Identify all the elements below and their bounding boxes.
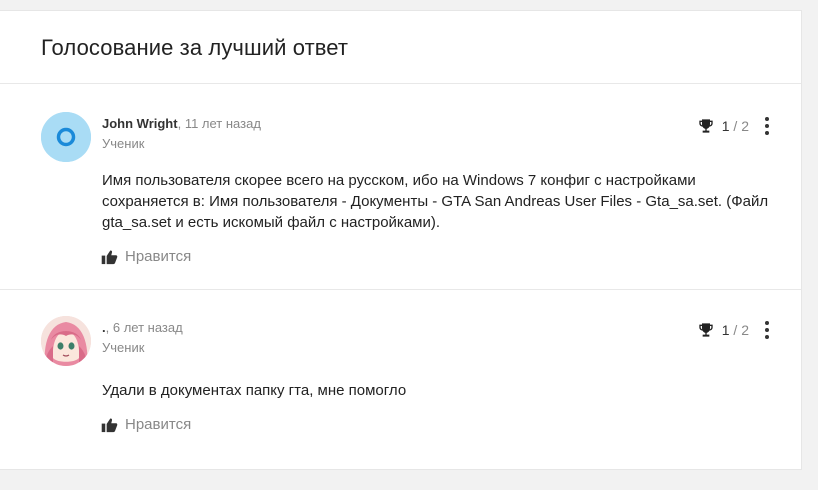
answer-meta: ., 6 лет назад Ученик — [102, 316, 801, 356]
author-line: John Wright, 11 лет назад — [102, 116, 801, 132]
vote-separator: / — [729, 322, 742, 338]
vote-count: 1 / 2 — [722, 118, 749, 134]
like-button[interactable]: Нравится — [101, 248, 191, 265]
trophy-icon[interactable] — [698, 118, 714, 134]
more-vertical-icon[interactable] — [757, 116, 777, 136]
vote-total: 2 — [741, 322, 749, 338]
like-button[interactable]: Нравится — [101, 416, 191, 433]
vote-current: 1 — [721, 118, 730, 134]
vote-count: 1 / 2 — [722, 322, 749, 338]
answer-meta: John Wright, 11 лет назад Ученик — [102, 112, 801, 152]
thumbs-up-icon — [101, 250, 118, 264]
anime-avatar-icon — [41, 316, 91, 366]
author-name[interactable]: John Wright — [102, 116, 178, 131]
avatar[interactable] — [41, 316, 91, 366]
author-line: ., 6 лет назад — [102, 320, 801, 336]
trophy-icon[interactable] — [698, 322, 714, 338]
more-vertical-icon[interactable] — [757, 320, 777, 340]
answer-text: Удали в документах папку гта, мне помогл… — [102, 382, 407, 399]
answer-time: , 11 лет назад — [177, 116, 261, 131]
author-role: Ученик — [102, 340, 145, 355]
vote-total: 2 — [741, 118, 749, 134]
vote-control: 1 / 2 — [698, 320, 777, 340]
like-label: Нравится — [125, 248, 192, 265]
answer-item: ., 6 лет назад Ученик Удали в документах… — [0, 290, 801, 490]
vote-current: 1 — [721, 322, 730, 338]
author-role: Ученик — [102, 136, 145, 151]
answer-text: Имя пользователя скорее всего на русском… — [102, 172, 769, 231]
like-label: Нравится — [125, 416, 192, 433]
answer-time: , 6 лет назад — [105, 320, 183, 335]
page-title: Голосование за лучший ответ — [41, 35, 349, 60]
avatar[interactable] — [41, 112, 91, 162]
default-avatar-icon — [41, 112, 91, 162]
vote-control: 1 / 2 — [698, 116, 777, 136]
vote-card: Голосование за лучший ответ John Wright,… — [0, 10, 802, 470]
answer-item: John Wright, 11 лет назад Ученик Имя пол… — [0, 84, 801, 290]
thumbs-up-icon — [101, 418, 118, 432]
card-header: Голосование за лучший ответ — [0, 11, 801, 84]
vote-separator: / — [729, 118, 742, 134]
